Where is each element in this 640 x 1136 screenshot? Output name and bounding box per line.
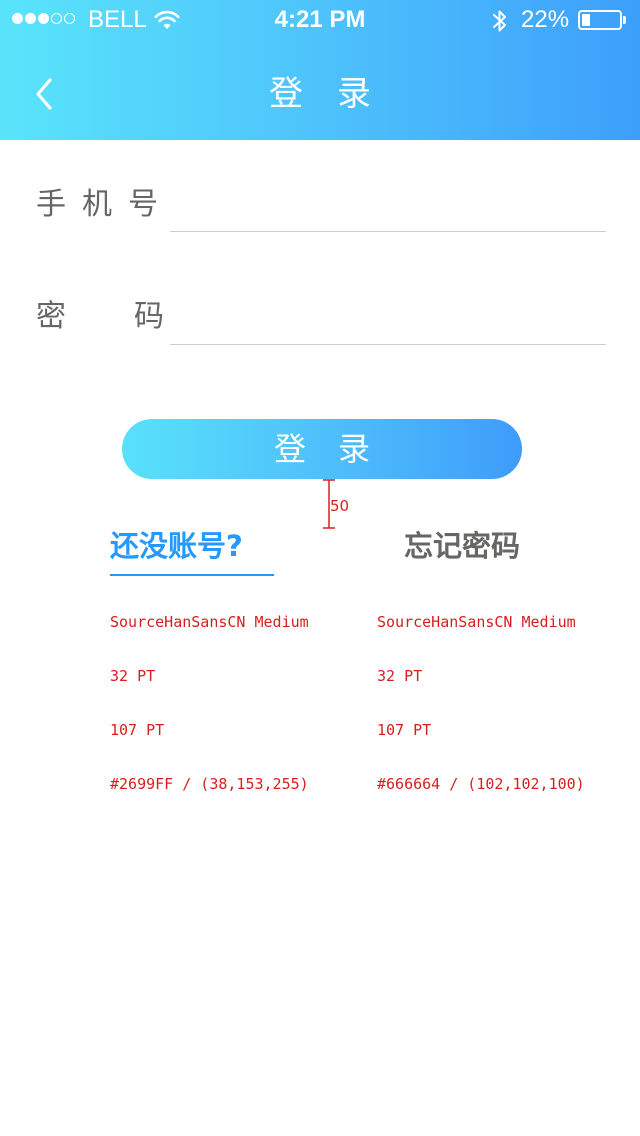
register-underline bbox=[110, 574, 274, 576]
phone-input[interactable] bbox=[170, 182, 606, 232]
page-title: 登录 bbox=[269, 74, 405, 114]
login-screen: BELL 4:21 PM 22% 登录 手机号 密 码 登录 50 还没账号? … bbox=[0, 0, 640, 1136]
spec-font: SourceHanSansCN Medium bbox=[110, 613, 309, 631]
password-label-char: 密 bbox=[36, 299, 66, 334]
login-button[interactable]: 登录 bbox=[122, 419, 522, 479]
battery-icon bbox=[578, 10, 622, 30]
password-input[interactable] bbox=[170, 295, 606, 345]
spec-color: #2699FF / (38,153,255) bbox=[110, 775, 309, 793]
spec-color: #666664 / (102,102,100) bbox=[377, 775, 585, 793]
battery-level bbox=[582, 14, 590, 26]
phone-label: 手机号 bbox=[36, 187, 174, 222]
password-label: 密 码 bbox=[36, 297, 164, 337]
forgot-password-link[interactable]: 忘记密码 bbox=[404, 525, 520, 567]
spec-line: 107 PT bbox=[377, 721, 432, 739]
password-label-char: 码 bbox=[134, 299, 164, 334]
spec-font: SourceHanSansCN Medium bbox=[377, 613, 576, 631]
register-link[interactable]: 还没账号? bbox=[110, 525, 243, 567]
forgot-spec-annotation: SourceHanSansCN Medium 32 PT 107 PT #666… bbox=[377, 577, 585, 829]
status-bar: BELL 4:21 PM 22% bbox=[0, 0, 640, 40]
spec-line: 107 PT bbox=[110, 721, 165, 739]
battery-percent: 22% bbox=[521, 6, 570, 33]
header-bar: BELL 4:21 PM 22% 登录 bbox=[0, 0, 640, 140]
spec-size: 32 PT bbox=[110, 667, 156, 685]
spec-size: 32 PT bbox=[377, 667, 423, 685]
battery-cap bbox=[623, 16, 626, 24]
bluetooth-icon bbox=[493, 10, 506, 32]
register-spec-annotation: SourceHanSansCN Medium 32 PT 107 PT #269… bbox=[110, 577, 309, 829]
spacing-label: 50 bbox=[330, 497, 350, 515]
